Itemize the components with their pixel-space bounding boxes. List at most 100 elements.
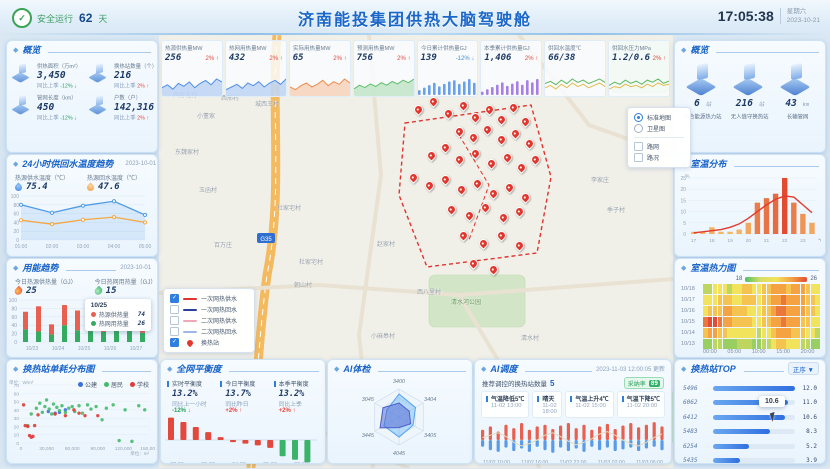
heatmap-cell	[737, 339, 742, 349]
map-legend-row[interactable]: ✓换热站	[170, 337, 248, 348]
heatmap-cell	[776, 328, 781, 338]
panel-timestamp: 2023-10-01 18:00	[125, 161, 158, 167]
header-underline	[229, 366, 319, 372]
dispatch-bar-chart	[478, 420, 668, 460]
kpi-delta: 2% ↑	[653, 56, 666, 62]
map-type-radio[interactable]: 卫星图	[634, 123, 684, 134]
map-legend-row[interactable]: 二次网热供水	[170, 315, 248, 326]
weather-chip: 晴天11-02 18:00	[532, 391, 562, 418]
checkbox-icon[interactable]: ✓	[170, 338, 179, 347]
heatmap-cell	[806, 295, 811, 305]
energy-stat: 今日热网用热量（GJ）15	[95, 277, 157, 296]
heatmap-cell	[703, 328, 708, 338]
series-value: 26	[138, 320, 145, 327]
checkbox-icon[interactable]	[634, 153, 643, 162]
diamond-icon: ◆	[13, 264, 18, 272]
map-overlay-check[interactable]: 路况	[634, 152, 684, 163]
heatmap-cell	[791, 317, 796, 327]
droplet-icon	[86, 182, 96, 192]
stat-title: 本季平衡度	[274, 379, 319, 388]
heatmap-cell	[742, 317, 747, 327]
scale-gradient	[745, 277, 807, 282]
heatmap-cell	[806, 317, 811, 327]
dashboard-root: { "header":{ "app_title":"济南能投集团供热大脑驾驶舱"…	[0, 0, 830, 467]
kpi-value: 1.2/0.6	[612, 53, 650, 63]
heatmap-cell	[781, 306, 786, 316]
station-top-row[interactable]: 641210.6	[683, 410, 817, 425]
radio-label: 卫星图	[647, 124, 665, 133]
diamond-icon: ◆	[167, 365, 172, 373]
heatmap-cell	[742, 328, 747, 338]
heatmap-cell	[786, 295, 791, 305]
energy-stats: 今日热源供热量（GJ）25 今日热网用热量（GJ）15	[7, 276, 157, 297]
accent-bar	[486, 396, 488, 402]
legend-dot	[130, 382, 135, 387]
stat-delta: +2% ↑	[225, 408, 265, 414]
heatmap-cell	[747, 295, 752, 305]
kpi-value-row: 4322% ↑	[229, 53, 283, 63]
map-overlay-check[interactable]: 路网	[634, 141, 684, 152]
heatmap-cell	[723, 339, 728, 349]
stat-delta: -12% ↓	[172, 408, 212, 414]
energy-stat: 今日热源供热量（GJ）25	[15, 277, 77, 296]
map-legend: ✓一次网热供水一次网热回水二次网热供水二次网热回水✓换热站	[163, 288, 255, 353]
map-type-radio[interactable]: 标准地图	[634, 112, 684, 123]
map-place-label: 城西王村	[255, 99, 279, 108]
stat-label: 供热面积（万m²）	[37, 61, 81, 69]
sort-order-dropdown[interactable]: 正序 ▼	[788, 362, 819, 375]
heatmap-cell	[723, 328, 728, 338]
station-top-row[interactable]: 606211.0	[683, 396, 817, 411]
bar-value: 8.3	[799, 428, 817, 435]
svg-text:150,000: 150,000	[140, 446, 155, 452]
checkbox-icon[interactable]	[634, 142, 643, 151]
bar-track	[713, 444, 795, 449]
map-legend-row[interactable]: ✓一次网热供水	[170, 293, 248, 304]
svg-text:20: 20	[746, 238, 752, 244]
recommend-label: 推荐调控的换热站数量	[482, 378, 547, 388]
row-label: 10/14	[681, 330, 703, 336]
stat-delta: 同比上季 -12% ↓	[37, 81, 81, 89]
kpi-value: 65	[293, 53, 304, 63]
svg-text:3405: 3405	[424, 433, 437, 439]
bar-tooltip: 10.6	[759, 396, 785, 407]
checkbox-icon[interactable]	[170, 327, 179, 336]
panel-title: 概览	[22, 43, 40, 56]
svg-text:120,000: 120,000	[115, 446, 133, 452]
heatmap-cell	[752, 295, 757, 305]
stat-label: 长输管网	[778, 112, 817, 120]
station-top-row[interactable]: 54353.9	[683, 454, 817, 465]
heatmap-cell	[747, 339, 752, 349]
svg-text:25: 25	[680, 176, 686, 182]
heatmap-cell	[757, 306, 762, 316]
heatmap-cell	[703, 317, 708, 327]
svg-text:70: 70	[14, 383, 20, 389]
stat-delta: 同比上季 -12% ↓	[37, 113, 77, 121]
radio-icon[interactable]	[634, 113, 643, 122]
heatmap-cell	[732, 306, 737, 316]
heatmap-cell	[762, 306, 767, 316]
svg-text:10/26: 10/26	[104, 346, 117, 352]
svg-text:100: 100	[9, 298, 18, 304]
heatmap-cell	[771, 328, 776, 338]
weather-chip: 气温下降5℃11-02 20:00	[617, 391, 665, 418]
map-legend-row[interactable]: 一次网热回水	[170, 304, 248, 315]
legend-label: 二次网热回水	[201, 327, 237, 336]
station-top-row[interactable]: 549612.0	[683, 381, 817, 396]
radio-icon[interactable]	[634, 124, 643, 133]
station-top-row[interactable]: 62545.2	[683, 439, 817, 454]
svg-text:02:00: 02:00	[170, 462, 184, 464]
checkbox-icon[interactable]	[170, 305, 179, 314]
station-top-row[interactable]: 54838.3	[683, 425, 817, 440]
heatmap-cell	[781, 317, 786, 327]
legend-item: 学校	[130, 380, 149, 389]
dispatch-x-axis: 11/02 10:0011/02 16:0011/02 22:0011/03 0…	[475, 460, 671, 464]
heatmap-cell	[732, 317, 737, 327]
heatmap-cell	[767, 306, 772, 316]
map-legend-row[interactable]: 二次网热回水	[170, 326, 248, 337]
checkbox-icon[interactable]: ✓	[170, 294, 179, 303]
checkbox-icon[interactable]	[170, 316, 179, 325]
accent-bar	[274, 381, 276, 387]
bar-value: 12.0	[799, 385, 817, 392]
chip-title: 气温降低5℃	[486, 394, 524, 403]
heatmap-cell	[801, 339, 806, 349]
